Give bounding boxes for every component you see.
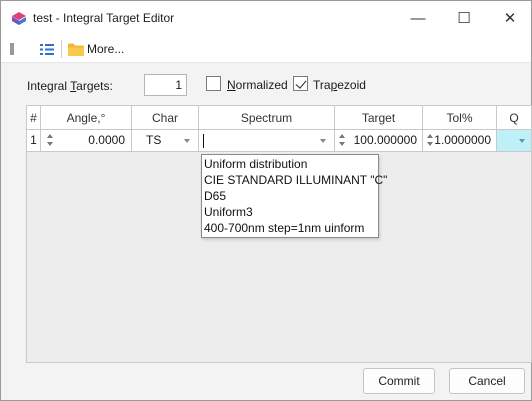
integral-targets-label-post: argets:	[76, 79, 113, 93]
header-q[interactable]: Q	[497, 106, 531, 130]
list-item[interactable]: D65	[204, 188, 226, 204]
maximize-icon: ☐	[457, 10, 471, 27]
normalized-label[interactable]: Normalized	[227, 78, 288, 92]
text-cursor	[203, 134, 204, 148]
integral-targets-label-pre: Integral	[27, 79, 71, 93]
commit-button[interactable]: Commit	[363, 368, 435, 394]
list-item[interactable]: CIE STANDARD ILLUMINANT "C"	[204, 172, 387, 188]
chevron-down-icon[interactable]	[320, 139, 326, 143]
normalized-checkbox[interactable]	[206, 76, 221, 91]
maximize-button[interactable]: ☐	[441, 1, 487, 35]
minimize-button[interactable]: —	[395, 1, 441, 35]
target-value: 100.000000	[353, 133, 417, 147]
target-spinner-icon[interactable]	[339, 133, 346, 148]
angle-cell[interactable]: 0.0000	[41, 130, 132, 151]
grid-header: # Angle,° Char Spectrum Target Tol% Q	[27, 106, 531, 130]
list-item[interactable]: Uniform distribution	[204, 156, 307, 172]
toolbar: More...	[1, 35, 531, 63]
header-char[interactable]: Char	[132, 106, 199, 130]
title-bar[interactable]: test - Integral Target Editor — ☐ ✕	[1, 1, 531, 35]
table-row[interactable]: 1 0.0000 TS 100.000000 1.0000000	[27, 130, 531, 152]
toolbar-grip-handle[interactable]	[10, 43, 14, 55]
minimize-icon: —	[410, 9, 426, 27]
char-cell[interactable]: TS	[132, 130, 199, 151]
trapezoid-label-pre: Tra	[313, 78, 331, 92]
trapezoid-label-post: ezoid	[337, 78, 366, 92]
list-item[interactable]: Uniform3	[204, 204, 253, 220]
char-value: TS	[146, 133, 162, 147]
header-angle[interactable]: Angle,°	[41, 106, 132, 130]
normalized-label-post: ormalized	[235, 78, 288, 92]
header-target[interactable]: Target	[335, 106, 423, 130]
window-title: test - Integral Target Editor	[33, 11, 175, 25]
angle-value: 0.0000	[88, 133, 125, 147]
app-logo-icon	[12, 12, 26, 25]
close-icon: ✕	[503, 10, 517, 27]
row-number: 1	[27, 130, 41, 151]
trapezoid-checkbox[interactable]	[293, 76, 308, 91]
tol-value: 1.0000000	[434, 133, 491, 147]
list-view-icon[interactable]	[40, 44, 54, 55]
header-spectrum[interactable]: Spectrum	[199, 106, 335, 130]
cancel-button[interactable]: Cancel	[449, 368, 525, 394]
spectrum-cell[interactable]	[199, 130, 335, 151]
close-button[interactable]: ✕	[487, 1, 532, 35]
options-row: Integral Targets: 1 Normalized Trapezoid	[1, 63, 531, 109]
header-tol[interactable]: Tol%	[423, 106, 497, 130]
trapezoid-label[interactable]: Trapezoid	[313, 78, 366, 92]
target-cell[interactable]: 100.000000	[335, 130, 423, 151]
more-menu-button[interactable]: More...	[87, 42, 124, 56]
integral-targets-label: Integral Targets:	[27, 79, 113, 93]
chevron-down-icon[interactable]	[519, 139, 525, 143]
spectrum-dropdown-list[interactable]: Uniform distribution CIE STANDARD ILLUMI…	[201, 154, 387, 238]
normalized-label-accel: N	[227, 78, 236, 92]
tol-spinner-icon[interactable]	[427, 133, 434, 148]
angle-spinner-icon[interactable]	[47, 133, 54, 148]
integral-targets-input[interactable]: 1	[144, 74, 187, 96]
chevron-down-icon[interactable]	[184, 139, 190, 143]
header-num[interactable]: #	[27, 106, 41, 130]
folder-icon[interactable]	[68, 43, 84, 56]
q-cell[interactable]	[497, 130, 531, 151]
integral-target-editor-window: test - Integral Target Editor — ☐ ✕ More…	[0, 0, 532, 401]
tol-cell[interactable]: 1.0000000	[423, 130, 497, 151]
list-item[interactable]: 400-700nm step=1nm uinform	[204, 220, 364, 236]
toolbar-separator	[61, 40, 62, 58]
